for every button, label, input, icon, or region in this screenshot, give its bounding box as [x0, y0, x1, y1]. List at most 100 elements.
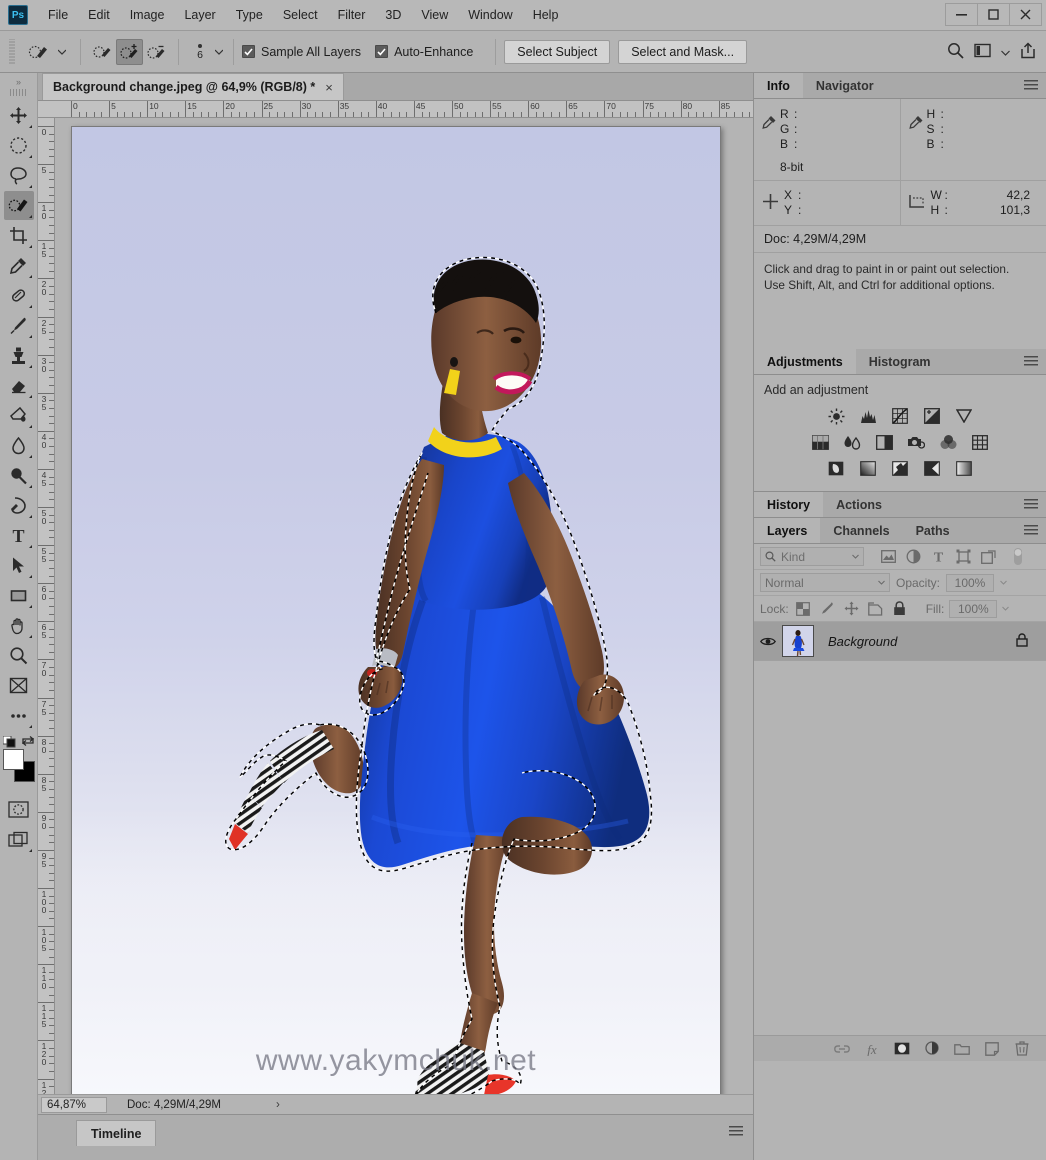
menu-type[interactable]: Type — [226, 4, 273, 26]
menu-select[interactable]: Select — [273, 4, 328, 26]
lock-transparent-pixels-icon[interactable] — [794, 599, 813, 618]
curves-icon[interactable] — [889, 406, 911, 426]
status-menu-arrow-icon[interactable]: › — [276, 1099, 280, 1111]
dodge-tool[interactable] — [4, 461, 34, 490]
move-tool[interactable] — [4, 101, 34, 130]
pixel-layer-filter-icon[interactable] — [876, 547, 901, 567]
quick-selection-tool[interactable] — [3, 191, 34, 220]
auto-enhance-checkbox[interactable]: Auto-Enhance — [375, 45, 473, 59]
menu-help[interactable]: Help — [523, 4, 569, 26]
fill-chevron-down-icon[interactable] — [1002, 606, 1010, 611]
color-balance-icon[interactable] — [841, 432, 863, 452]
invert-icon[interactable] — [825, 458, 847, 478]
levels-icon[interactable] — [857, 406, 879, 426]
new-adjustment-layer-icon[interactable] — [924, 1041, 940, 1057]
image-canvas[interactable]: www.yakymchuk.net — [71, 126, 721, 1101]
layer-name[interactable]: Background — [828, 634, 897, 649]
quick-mask-button[interactable] — [4, 795, 34, 824]
menu-window[interactable]: Window — [458, 4, 522, 26]
more-tools-button[interactable] — [4, 701, 34, 730]
tab-channels[interactable]: Channels — [820, 518, 902, 543]
fill-field[interactable]: 100% — [949, 599, 998, 618]
menu-layer[interactable]: Layer — [174, 4, 225, 26]
add-to-selection-mode-button[interactable] — [116, 38, 143, 65]
brush-options-chevron-down-icon[interactable] — [213, 49, 225, 55]
timeline-panel-menu-icon[interactable] — [729, 1126, 743, 1136]
sample-all-layers-checkbox[interactable]: Sample All Layers — [242, 45, 361, 59]
layer-filter-kind-select[interactable]: Kind — [760, 547, 864, 566]
document-tab[interactable]: Background change.jpeg @ 64,9% (RGB/8) *… — [42, 73, 344, 100]
tab-histogram[interactable]: Histogram — [856, 349, 944, 374]
maximize-button[interactable] — [977, 3, 1010, 26]
menu-image[interactable]: Image — [120, 4, 175, 26]
channel-mixer-icon[interactable] — [937, 432, 959, 452]
swap-colors-icon[interactable] — [21, 735, 35, 750]
select-subject-button[interactable]: Select Subject — [504, 39, 611, 64]
marquee-tool[interactable] — [4, 131, 34, 160]
toolbar-collapse-icon[interactable]: » — [11, 76, 27, 88]
select-and-mask-button[interactable]: Select and Mask... — [618, 39, 748, 64]
layer-mask-icon[interactable] — [894, 1041, 910, 1057]
tab-timeline[interactable]: Timeline — [76, 1120, 157, 1146]
menu-file[interactable]: File — [38, 4, 78, 26]
layer-thumbnail[interactable] — [782, 625, 814, 657]
minimize-button[interactable] — [945, 3, 978, 26]
link-layers-icon[interactable] — [834, 1041, 850, 1057]
blend-mode-select[interactable]: Normal — [760, 573, 890, 592]
layers-panel-menu-icon[interactable] — [1024, 525, 1038, 535]
pen-tool[interactable] — [4, 491, 34, 520]
eraser-tool[interactable] — [4, 371, 34, 400]
subtract-from-selection-mode-button[interactable] — [143, 39, 170, 65]
rectangle-tool[interactable] — [4, 581, 34, 610]
tab-actions[interactable]: Actions — [823, 492, 895, 517]
lock-position-icon[interactable] — [842, 599, 861, 618]
vertical-ruler[interactable]: 0 5 10 15 20 25 30 35 40 45 50 55 60 65 70 75 80 85 90 95 10… — [38, 118, 55, 1114]
search-icon[interactable] — [947, 42, 964, 62]
black-white-icon[interactable] — [873, 432, 895, 452]
chevron-down-icon[interactable] — [56, 49, 68, 55]
adjustments-panel-menu-icon[interactable] — [1024, 356, 1038, 366]
close-icon[interactable]: × — [325, 80, 333, 95]
workspace-icon[interactable] — [974, 43, 991, 61]
close-button[interactable] — [1009, 3, 1042, 26]
tab-layers[interactable]: Layers — [754, 518, 821, 543]
adjustment-layer-filter-icon[interactable] — [901, 547, 926, 567]
menu-edit[interactable]: Edit — [78, 4, 120, 26]
new-selection-mode-button[interactable] — [89, 39, 116, 65]
lasso-tool[interactable] — [4, 161, 34, 190]
layer-list-empty-area[interactable] — [754, 661, 1046, 1035]
brightness-contrast-icon[interactable] — [825, 406, 847, 426]
lock-image-pixels-icon[interactable] — [818, 599, 837, 618]
tool-preset-picker[interactable] — [21, 37, 72, 67]
filter-toggle-switch[interactable] — [1005, 547, 1030, 567]
eyedropper-tool[interactable] — [4, 251, 34, 280]
canvas-viewport[interactable]: www.yakymchuk.net — [55, 118, 753, 1114]
new-layer-icon[interactable] — [984, 1041, 1000, 1057]
photo-filter-icon[interactable] — [905, 432, 927, 452]
selective-color-icon[interactable] — [953, 458, 975, 478]
hand-tool[interactable] — [4, 611, 34, 640]
info-panel-menu-icon[interactable] — [1024, 80, 1038, 90]
delete-layer-icon[interactable] — [1014, 1041, 1030, 1057]
clone-stamp-tool[interactable] — [4, 341, 34, 370]
blur-tool[interactable] — [4, 431, 34, 460]
share-icon[interactable] — [1020, 41, 1036, 62]
lock-artboard-icon[interactable] — [866, 599, 885, 618]
foreground-color-swatch[interactable] — [2, 749, 24, 770]
threshold-icon[interactable] — [889, 458, 911, 478]
posterize-icon[interactable] — [857, 458, 879, 478]
shape-layer-filter-icon[interactable] — [951, 547, 976, 567]
menu-view[interactable]: View — [411, 4, 458, 26]
path-selection-tool[interactable] — [4, 551, 34, 580]
default-colors-icon[interactable] — [2, 735, 17, 748]
crop-tool[interactable] — [4, 221, 34, 250]
layer-visibility-toggle[interactable] — [754, 636, 782, 647]
brush-tool[interactable] — [4, 311, 34, 340]
tab-adjustments[interactable]: Adjustments — [754, 349, 856, 374]
healing-brush-tool[interactable] — [4, 281, 34, 310]
tab-history[interactable]: History — [754, 492, 824, 517]
gradient-map-icon[interactable] — [921, 458, 943, 478]
opacity-field[interactable]: 100% — [946, 573, 995, 592]
hue-saturation-icon[interactable] — [809, 432, 831, 452]
type-tool[interactable]: T — [4, 521, 34, 550]
